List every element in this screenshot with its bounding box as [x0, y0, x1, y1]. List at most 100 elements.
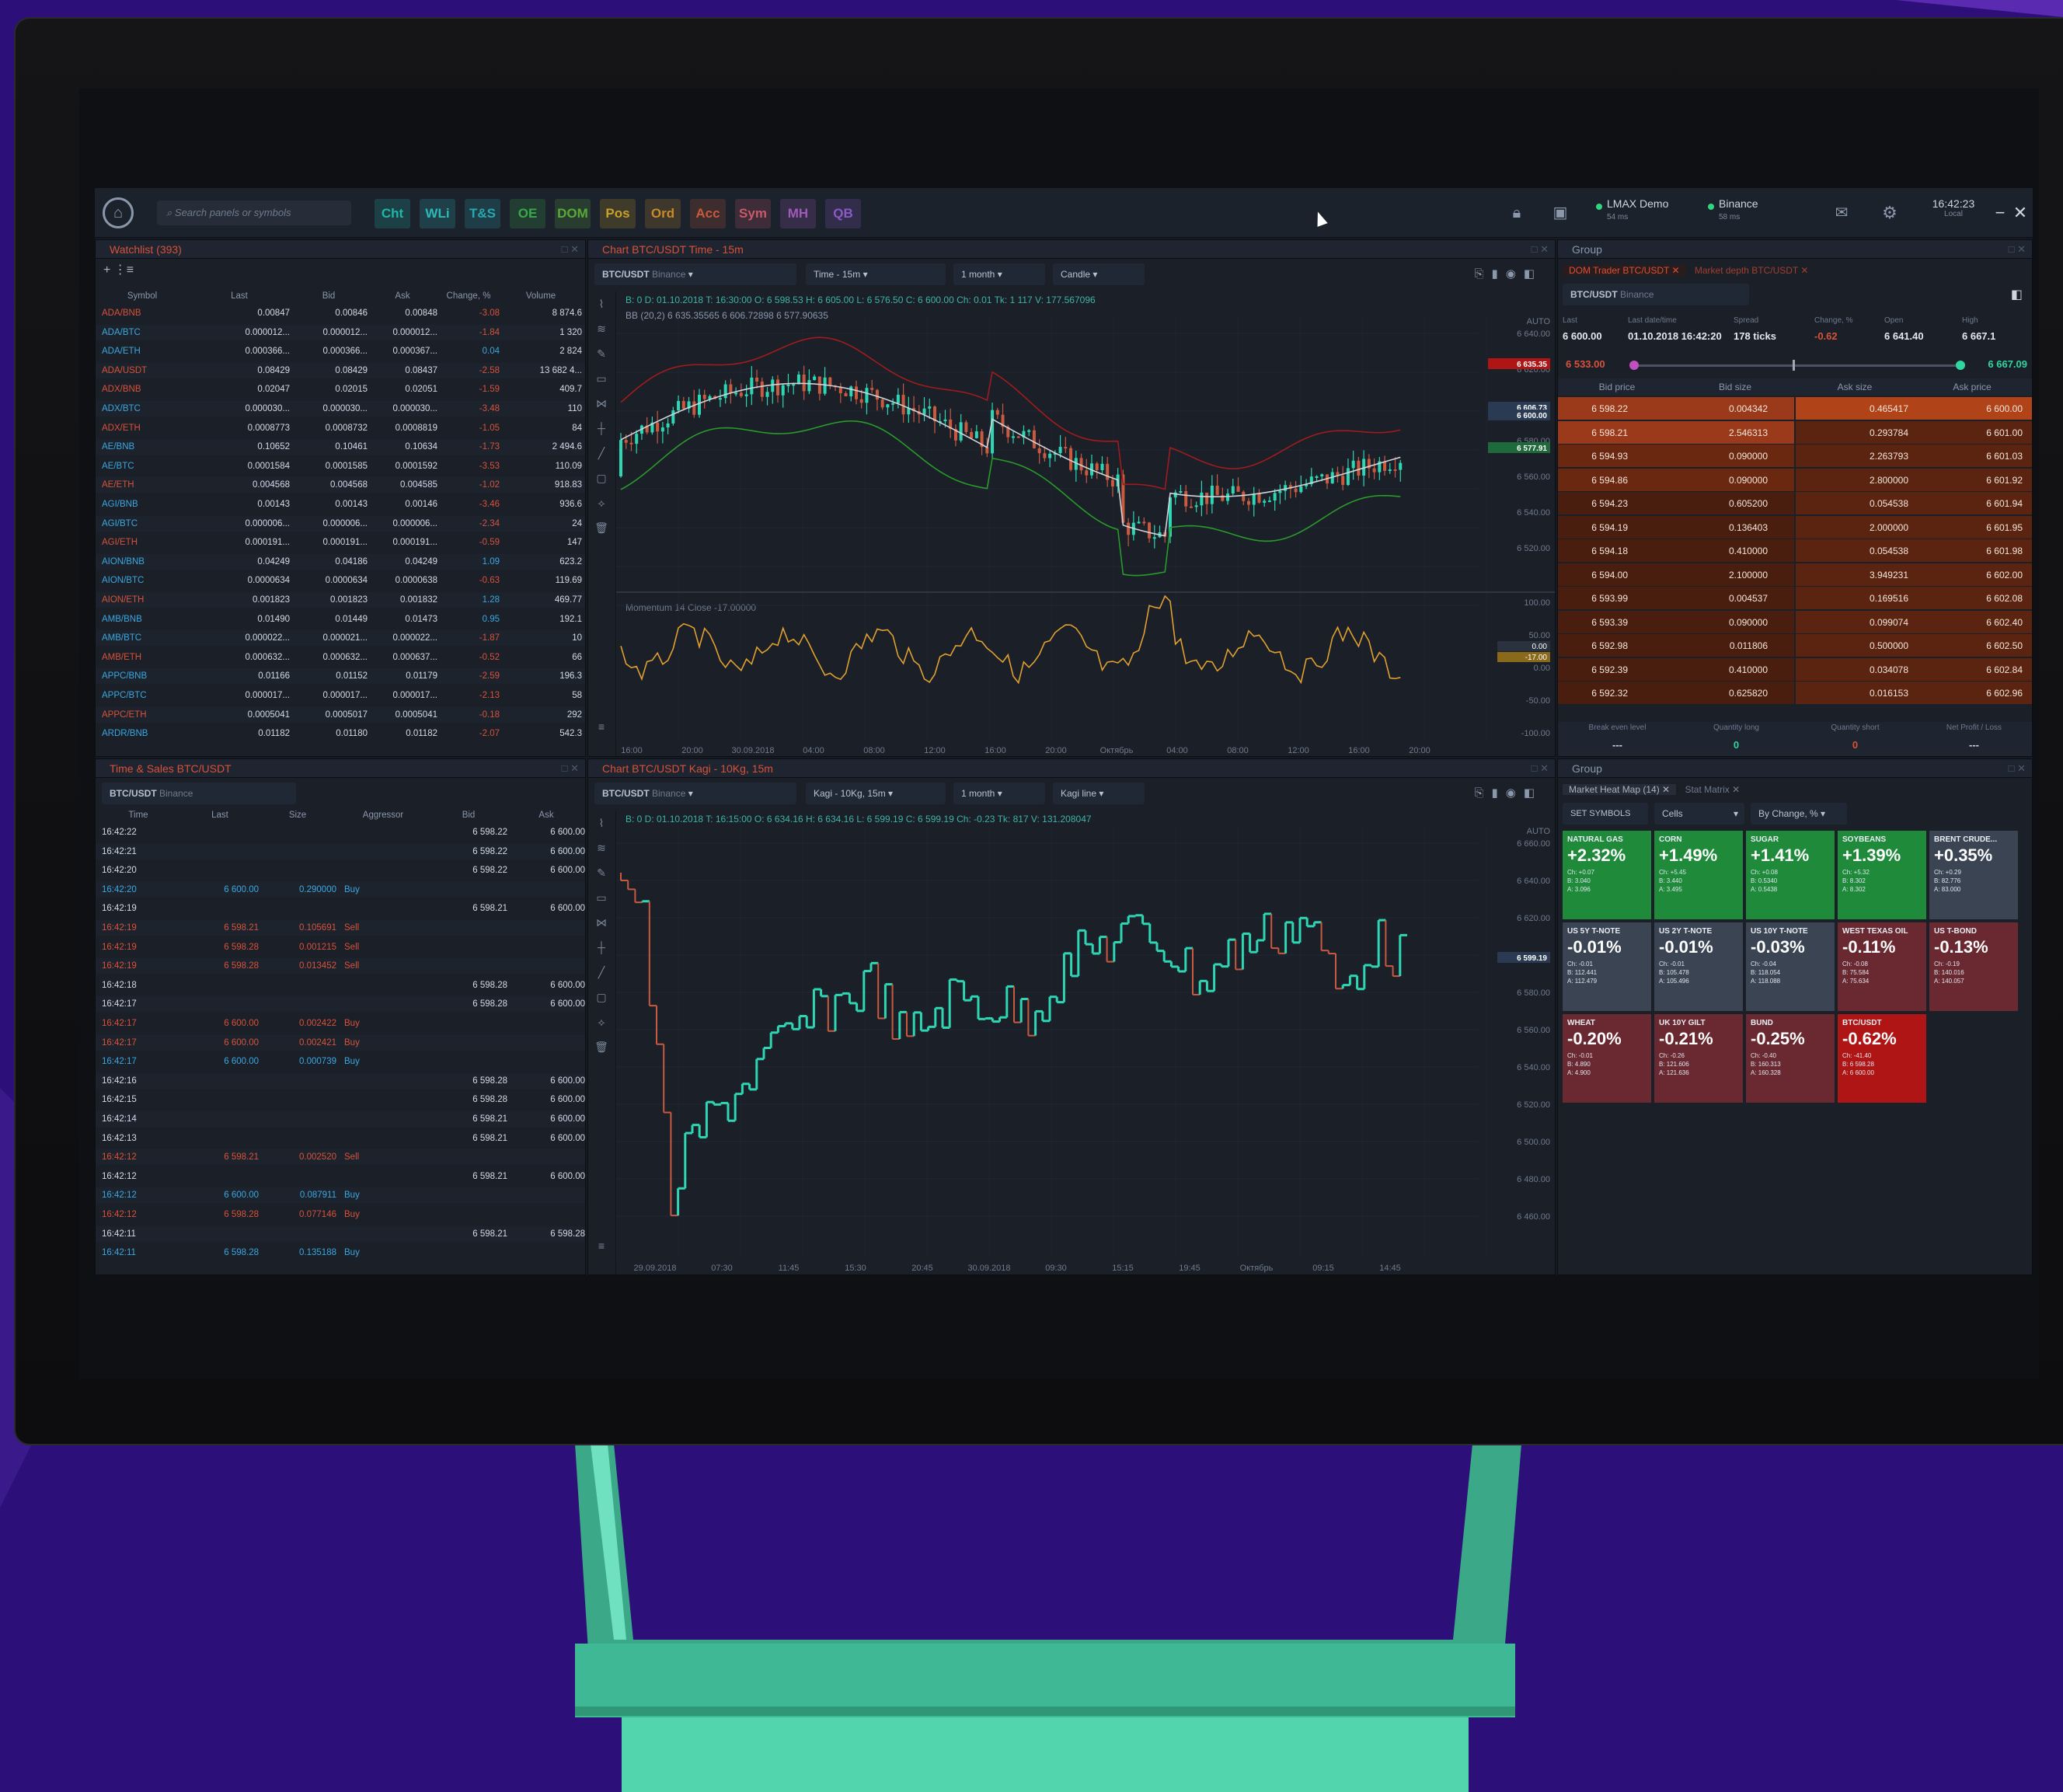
table-row[interactable]: AE/ETH 0.004568 0.004568 0.004585 -1.02 918.8… [96, 477, 585, 493]
table-row[interactable]: ADA/USDT 0.08429 0.08429 0.08437 -2.58 13 682… [96, 362, 585, 378]
chart-type-icon[interactable]: ⌇ [593, 298, 610, 313]
heatmap-cell[interactable]: US 10Y T-NOTE -0.03% Ch: -0.04 B: 118.054 … [1746, 922, 1835, 1011]
connection-lmax[interactable]: LMAX Demo 54 ms [1596, 188, 1705, 238]
menu-icon[interactable]: ≡ [593, 1239, 610, 1255]
table-row[interactable]: 16:42:11 6 598.21 6 598.28 [96, 1225, 585, 1242]
chart-symbol-select[interactable]: BTC/USDT Binance ▾ [594, 263, 796, 285]
heatmap-cell[interactable]: SUGAR +1.41% Ch: +0.08 B: 0.5340 A: 0.5438 [1746, 831, 1835, 919]
table-row[interactable]: 16:42:19 6 598.28 0.013452 Sell [96, 958, 585, 974]
column-header[interactable]: Change, % [437, 288, 500, 304]
heatmap-cell[interactable]: NATURAL GAS +2.32% Ch: +0.07 B: 3.040 A: 3… [1563, 831, 1651, 919]
table-row[interactable]: AGI/BNB 0.00143 0.00143 0.00146 -3.46 936.6 [96, 497, 585, 512]
auto-scale-label[interactable]: AUTO [1527, 827, 1551, 836]
dom-level-row[interactable]: 6 598.22 0.004342 0.465417 6 600.00 [1558, 397, 2032, 420]
column-header[interactable]: Volume [500, 288, 582, 304]
heatmap-cell[interactable]: SOYBEANS +1.39% Ch: +5.32 B: 8.302 A: 8.30… [1838, 831, 1926, 919]
table-row[interactable]: AMB/BTC 0.000022... 0.000021... 0.000022...… [96, 630, 585, 647]
table-row[interactable]: 16:42:19 6 598.21 6 600.00 [96, 901, 585, 916]
line-icon[interactable]: ╱ [593, 447, 610, 462]
set-symbols-button[interactable]: SET SYMBOLS [1563, 803, 1648, 825]
heatmap-cell[interactable]: BTC/USDT -0.62% Ch: -41.40 B: 6 598.28 A: … [1838, 1014, 1926, 1103]
table-row[interactable]: APPC/BNB 0.01166 0.01152 0.01179 -2.59 196.3 [96, 668, 585, 685]
panel-controls-icon[interactable]: □ ✕ [562, 240, 579, 259]
dom-level-row[interactable]: 6 594.18 0.410000 0.054538 6 601.98 [1558, 539, 2032, 563]
auto-scale-label[interactable]: AUTO [1527, 318, 1551, 326]
table-row[interactable]: APPC/ETH 0.0005041 0.0005017 0.0005041 -0.18… [96, 706, 585, 723]
brush-icon[interactable]: ⟡ [593, 497, 610, 512]
dom-level-row[interactable]: 6 592.39 0.410000 0.034078 6 602.84 [1558, 657, 2032, 682]
column-header[interactable]: Ask [368, 288, 437, 304]
table-row[interactable]: ADX/BTC 0.000030... 0.000030... 0.000030...… [96, 401, 585, 417]
workspace-icon[interactable]: ▣ [1545, 188, 1576, 238]
dom-level-row[interactable]: 6 592.98 0.011806 0.500000 6 602.50 [1558, 634, 2032, 657]
table-row[interactable]: 16:42:12 6 598.21 6 600.00 [96, 1169, 585, 1184]
layers-icon[interactable]: ≋ [593, 842, 610, 857]
panel-controls-icon[interactable]: □ ✕ [1532, 759, 1549, 778]
table-row[interactable]: 16:42:18 6 598.28 6 600.00 [96, 978, 585, 993]
table-row[interactable]: AION/BNB 0.04249 0.04186 0.04249 1.09 623.2 [96, 553, 585, 570]
panel-controls-icon[interactable]: □ ✕ [1532, 240, 1549, 259]
table-row[interactable]: AION/ETH 0.001823 0.001823 0.001832 1.28 469.… [96, 592, 585, 608]
chart-tools-icon[interactable]: ⎘▮◉◧ [1474, 267, 1542, 281]
ruler-icon[interactable]: ▭ [593, 372, 610, 388]
dom-level-row[interactable]: 6 594.19 0.136403 2.000000 6 601.95 [1558, 515, 2032, 539]
table-row[interactable]: 16:42:22 6 598.22 6 600.00 [96, 825, 585, 840]
column-header[interactable]: Aggressor [336, 807, 430, 823]
heatmap-cell[interactable]: BRENT CRUDE... +0.35% Ch: +0.29 B: 82.776 … [1929, 831, 2018, 919]
heatmap-cell[interactable]: WEST TEXAS OIL -0.11% Ch: -0.08 B: 75.584 … [1838, 922, 1926, 1011]
table-row[interactable]: AGI/ETH 0.000191... 0.000191... 0.000191...… [96, 535, 585, 550]
crosshair-icon[interactable]: ┼ [593, 422, 610, 438]
table-row[interactable]: AGI/BTC 0.000006... 0.000006... 0.000006...… [96, 515, 585, 532]
aggregation-select[interactable]: Kagi - 10Kg, 15m ▾ [806, 783, 946, 804]
column-header[interactable]: Ask price [1914, 378, 2030, 396]
panel-controls-icon[interactable]: □ ✕ [2009, 759, 2026, 778]
table-row[interactable]: 16:42:12 6 600.00 0.087911 Buy [96, 1187, 585, 1204]
column-header[interactable]: Bid [430, 807, 507, 823]
pencil-icon[interactable]: ✎ [593, 347, 610, 363]
ruler-icon[interactable]: ▭ [593, 891, 610, 907]
chart-type-icon[interactable]: ⌇ [593, 817, 610, 832]
close-icon[interactable]: ✕ [2011, 188, 2030, 238]
dom-level-row[interactable]: 6 592.32 0.625820 0.016153 6 602.96 [1558, 682, 2032, 705]
pencil-icon[interactable]: ✎ [593, 866, 610, 882]
tab-market-depth[interactable]: Market depth BTC/USDT ✕ [1688, 265, 1815, 276]
table-row[interactable]: 16:42:17 6 600.00 0.002421 Buy [96, 1034, 585, 1051]
panel-button-dom[interactable]: DOM [555, 199, 591, 228]
menu-icon[interactable]: ≡ [593, 720, 610, 736]
table-row[interactable]: 16:42:20 6 600.00 0.290000 Buy [96, 881, 585, 898]
dom-level-row[interactable]: 6 594.86 0.090000 2.800000 6 601.92 [1558, 468, 2032, 492]
chart-time-canvas[interactable]: 6 640.006 620.006 600.006 580.006 560.00… [616, 318, 1556, 757]
column-header[interactable]: Time [96, 807, 181, 823]
table-row[interactable]: 16:42:17 6 600.00 0.000739 Buy [96, 1054, 585, 1069]
search-input[interactable]: ⌕ Search panels or symbols [157, 200, 351, 225]
table-row[interactable]: ADX/ETH 0.0008773 0.0008732 0.0008819 -1.05 8… [96, 420, 585, 436]
heatmap-cell[interactable]: US T-BOND -0.13% Ch: -0.19 B: 140.016 A: 1… [1929, 922, 2018, 1011]
panel-button-acc[interactable]: Acc [690, 199, 726, 228]
trash-icon[interactable]: 🗑︎ [593, 1041, 610, 1056]
panel-button-ts[interactable]: T&S [465, 199, 500, 228]
tab-stat-matrix[interactable]: Stat Matrix ✕ [1678, 784, 1746, 795]
table-row[interactable]: ADA/ETH 0.000366... 0.000366... 0.000367...… [96, 343, 585, 359]
column-header[interactable]: Bid [290, 288, 368, 304]
heatmap-cell[interactable]: US 2Y T-NOTE -0.01% Ch: -0.01 B: 105.478 A… [1654, 922, 1743, 1011]
table-row[interactable]: ADX/BNB 0.02047 0.02015 0.02051 -1.59 409.7 [96, 382, 585, 397]
aggregation-select[interactable]: Time - 15m ▾ [806, 263, 946, 285]
heatmap-cell[interactable]: UK 10Y GILT -0.21% Ch: -0.26 B: 121.606 A:… [1654, 1014, 1743, 1103]
notifications-icon[interactable]: ✉ [1826, 188, 1857, 238]
timesales-symbol-select[interactable]: BTC/USDT Binance [102, 783, 296, 804]
column-header[interactable]: Last [189, 288, 290, 304]
table-row[interactable]: 16:42:17 6 598.28 6 600.00 [96, 996, 585, 1013]
panel-button-wli[interactable]: WLi [420, 199, 455, 228]
connection-binance[interactable]: Binance 58 ms [1708, 188, 1809, 238]
lock-icon[interactable]: 🔒︎ [1501, 188, 1532, 238]
column-header[interactable]: Last [181, 807, 259, 823]
panel-controls-icon[interactable]: □ ✕ [562, 759, 579, 778]
column-header[interactable]: Ask [507, 807, 585, 823]
table-row[interactable]: AMB/BNB 0.01490 0.01449 0.01473 0.95 192.1 [96, 612, 585, 627]
dom-level-row[interactable]: 6 594.00 2.100000 3.949231 6 602.00 [1558, 563, 2032, 587]
panel-button-mh[interactable]: MH [780, 199, 816, 228]
table-row[interactable]: 16:42:12 6 598.21 0.002520 Sell [96, 1149, 585, 1166]
range-select[interactable]: 1 month ▾ [953, 263, 1045, 285]
link-icon[interactable]: ⋈ [593, 397, 610, 413]
rectangle-icon[interactable]: ▢ [593, 991, 610, 1006]
